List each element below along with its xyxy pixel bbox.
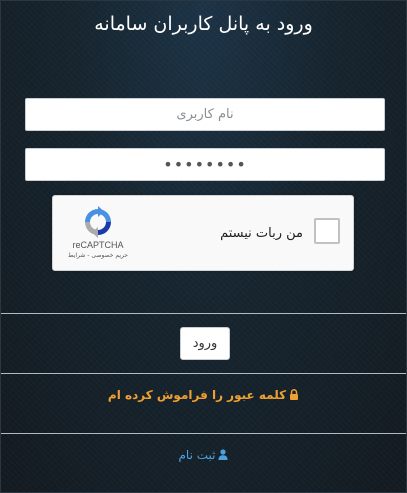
username-input[interactable] — [25, 98, 385, 131]
forgot-password-link[interactable]: کلمه عبور را فراموش کرده ام — [1, 388, 406, 402]
recaptcha-checkbox[interactable] — [314, 218, 340, 244]
login-panel: ورود به پانل کاربران سامانه من ربات نیست… — [0, 0, 407, 493]
divider — [1, 433, 406, 434]
recaptcha-widget: من ربات نیستم reCAPTCHA حریم خصوصی - شرا… — [52, 195, 354, 271]
lock-icon — [290, 389, 299, 400]
login-button[interactable]: ورود — [180, 327, 230, 360]
page-title: ورود به پانل کاربران سامانه — [94, 13, 313, 35]
recaptcha-privacy-terms[interactable]: حریم خصوصی - شرایط — [66, 252, 130, 259]
forgot-password-label: کلمه عبور را فراموش کرده ام — [107, 388, 287, 402]
divider — [1, 373, 406, 374]
recaptcha-icon — [85, 206, 111, 238]
user-icon — [218, 449, 228, 460]
recaptcha-label: من ربات نیستم — [220, 226, 303, 241]
recaptcha-logo: reCAPTCHA حریم خصوصی - شرایط — [66, 206, 130, 259]
recaptcha-brand: reCAPTCHA — [72, 240, 124, 250]
divider — [1, 313, 406, 314]
password-input[interactable] — [25, 148, 385, 181]
register-label: ثبت نام — [178, 448, 216, 462]
register-link[interactable]: ثبت نام — [1, 448, 406, 462]
